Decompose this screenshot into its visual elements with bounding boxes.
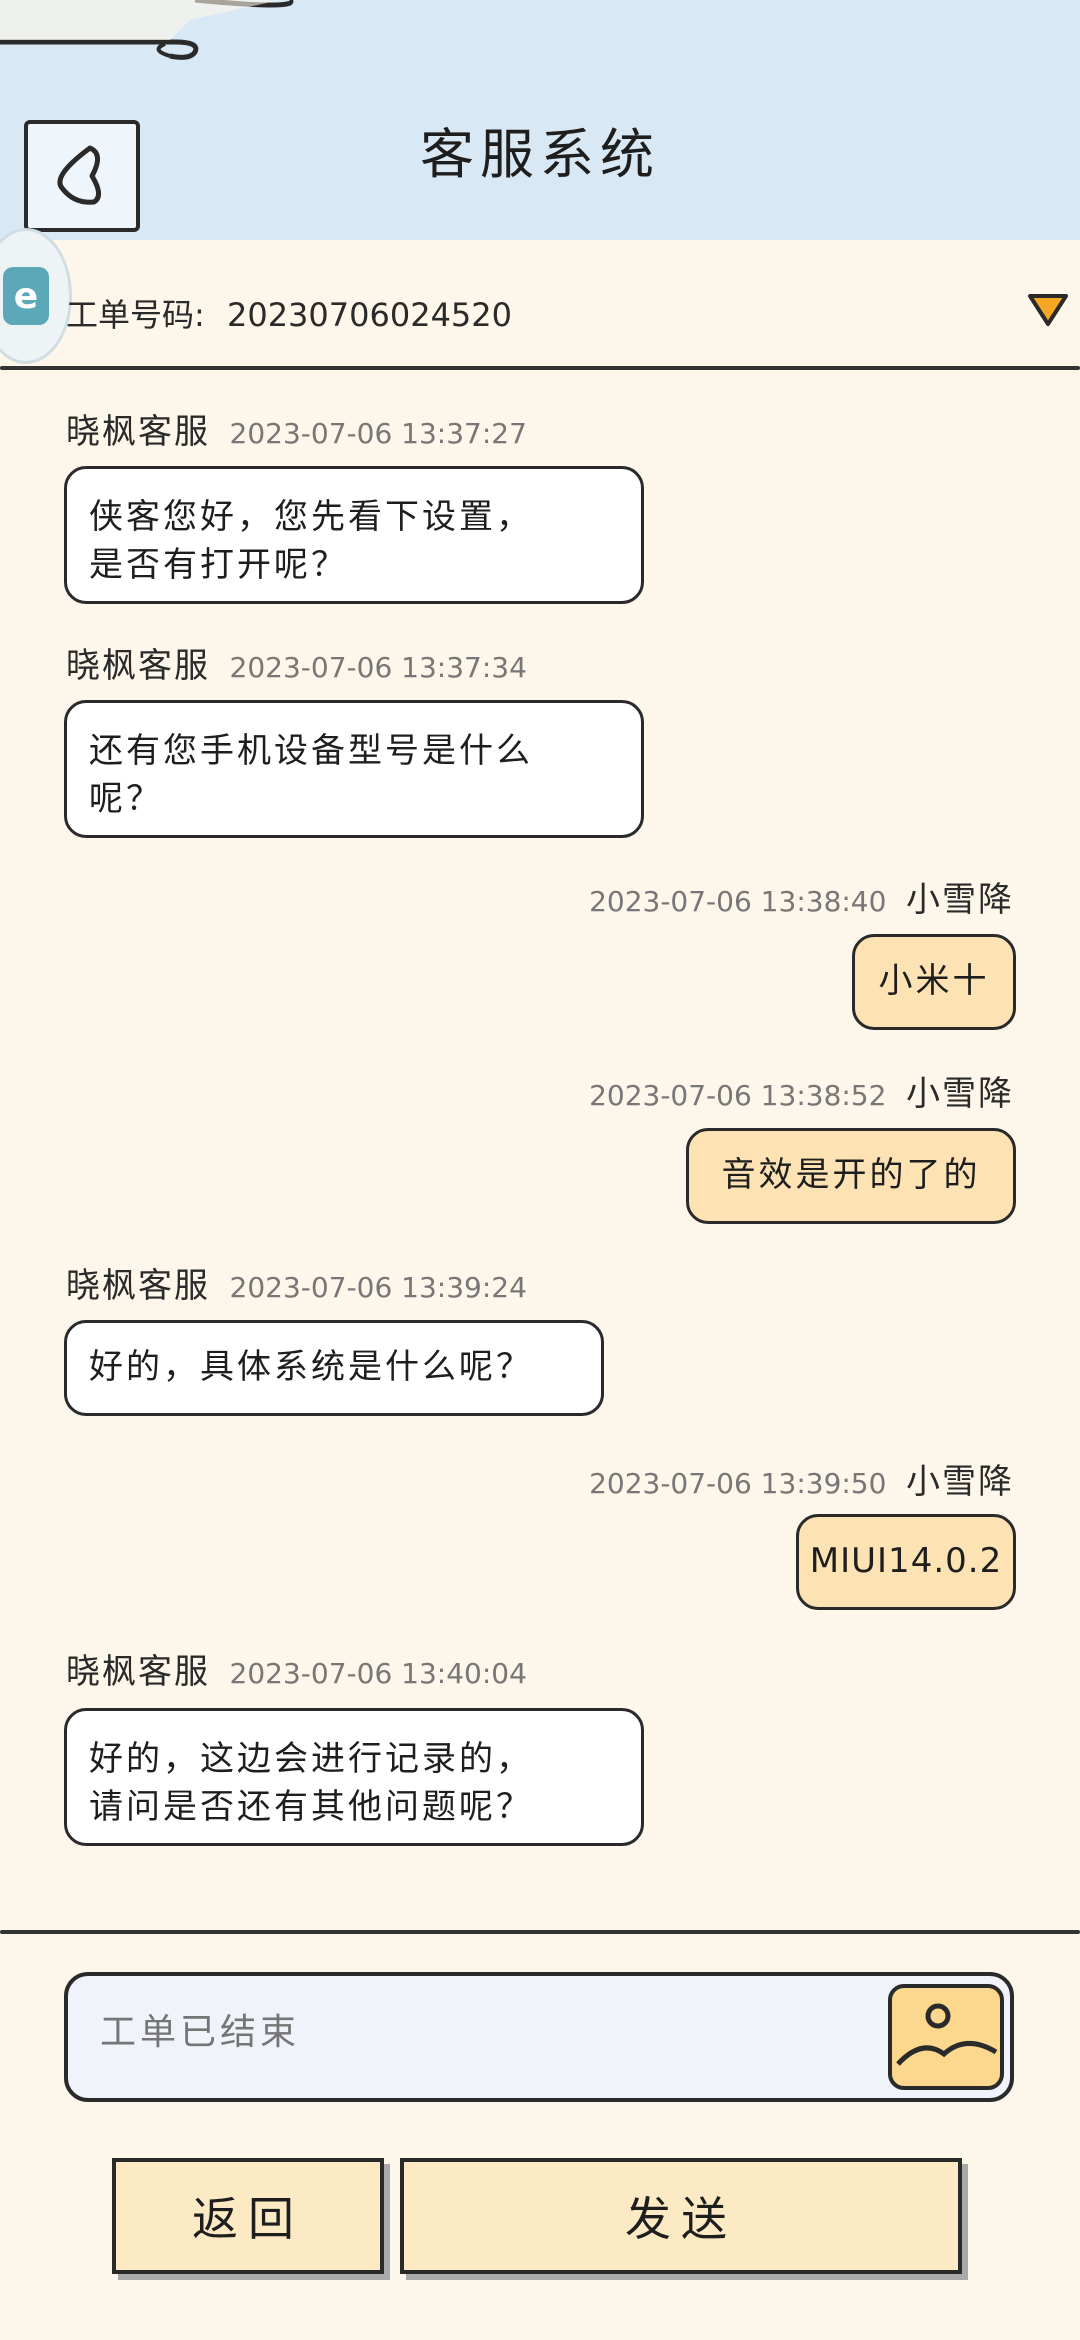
user-message-bubble: 小米十 xyxy=(852,934,1016,1030)
message-input[interactable] xyxy=(98,1996,902,2068)
chat-message: 2023-07-06 13:38:40 小雪降 xyxy=(579,872,1014,921)
agent-message-bubble: 还有您手机设备型号是什么 呢？ xyxy=(64,700,644,838)
sender-name: 小雪降 xyxy=(906,1074,1014,1114)
sender-name: 晓枫客服 xyxy=(66,646,210,686)
message-meta: 晓枫客服 2023-07-06 13:39:24 xyxy=(66,1258,537,1307)
composer-divider xyxy=(0,1930,1080,1934)
message-text-line: 请问是否还有其他问题呢？ xyxy=(89,1787,533,1827)
message-input-box xyxy=(64,1972,1014,2102)
ticket-label: 工单号码: xyxy=(66,296,205,334)
chat-message: 晓枫客服 2023-07-06 13:40:04 xyxy=(66,1644,537,1693)
sender-name: 晓枫客服 xyxy=(66,1652,210,1692)
message-text-line: MIUI14.0.2 xyxy=(809,1541,1003,1581)
floating-assistant-badge[interactable]: e xyxy=(0,228,72,364)
header-divider xyxy=(0,366,1080,370)
assistant-logo-icon: e xyxy=(3,267,49,325)
sender-name: 小雪降 xyxy=(906,880,1014,920)
header-bar: 客服系统 xyxy=(0,0,1080,240)
back-text-button[interactable]: 返回 xyxy=(112,2158,384,2274)
chat-message: 晓枫客服 2023-07-06 13:39:24 xyxy=(66,1258,537,1307)
triangle-down-icon[interactable] xyxy=(1026,290,1070,330)
message-text-line: 还有您手机设备型号是什么 xyxy=(89,731,533,771)
message-meta: 晓枫客服 2023-07-06 13:37:27 xyxy=(66,404,537,453)
message-time: 2023-07-06 13:39:24 xyxy=(229,1271,527,1304)
message-text-line: 呢？ xyxy=(89,779,163,819)
message-time: 2023-07-06 13:40:04 xyxy=(229,1657,527,1690)
chat-message: 晓枫客服 2023-07-06 13:37:34 xyxy=(66,638,537,687)
message-text-line: 好的，具体系统是什么呢？ xyxy=(89,1347,533,1387)
message-meta: 2023-07-06 13:38:52 小雪降 xyxy=(579,1066,1014,1115)
agent-message-bubble: 好的，这边会进行记录的， 请问是否还有其他问题呢？ xyxy=(64,1708,644,1846)
sender-name: 晓枫客服 xyxy=(66,412,210,452)
ticket-number: 20230706024520 xyxy=(226,296,512,334)
image-picture-icon xyxy=(896,2003,998,2066)
message-time: 2023-07-06 13:37:27 xyxy=(229,417,527,450)
sender-name: 小雪降 xyxy=(906,1462,1014,1502)
agent-message-bubble: 好的，具体系统是什么呢？ xyxy=(64,1320,604,1416)
message-text-line: 音效是开的了的 xyxy=(721,1155,981,1195)
message-meta: 2023-07-06 13:39:50 小雪降 xyxy=(579,1454,1014,1503)
message-time: 2023-07-06 13:38:40 xyxy=(589,885,887,918)
ticket-number-row: 工单号码: 20230706024520 xyxy=(66,290,512,336)
cloud-decoration-icon xyxy=(0,0,294,60)
message-text-line: 好的，这边会进行记录的， xyxy=(89,1739,533,1779)
send-button[interactable]: 发送 xyxy=(400,2158,962,2274)
message-text-line: 侠客您好，您先看下设置， xyxy=(89,497,533,537)
message-meta: 2023-07-06 13:38:40 小雪降 xyxy=(579,872,1014,921)
message-time: 2023-07-06 13:38:52 xyxy=(589,1079,887,1112)
message-meta: 晓枫客服 2023-07-06 13:37:34 xyxy=(66,638,537,687)
message-meta: 晓枫客服 2023-07-06 13:40:04 xyxy=(66,1644,537,1693)
message-text-line: 小米十 xyxy=(878,961,990,1001)
page-title: 客服系统 xyxy=(420,123,660,186)
user-message-bubble: 音效是开的了的 xyxy=(686,1128,1016,1224)
message-time: 2023-07-06 13:37:34 xyxy=(229,651,527,684)
chat-message: 晓枫客服 2023-07-06 13:37:27 xyxy=(66,404,537,453)
user-message-bubble: MIUI14.0.2 xyxy=(796,1514,1016,1610)
agent-message-bubble: 侠客您好，您先看下设置， 是否有打开呢？ xyxy=(64,466,644,604)
image-upload-button[interactable] xyxy=(888,1984,1004,2090)
chat-message: 2023-07-06 13:39:50 小雪降 xyxy=(579,1454,1014,1503)
message-text-line: 是否有打开呢？ xyxy=(89,545,348,585)
chat-message: 2023-07-06 13:38:52 小雪降 xyxy=(579,1066,1014,1115)
message-time: 2023-07-06 13:39:50 xyxy=(589,1467,887,1500)
sender-name: 晓枫客服 xyxy=(66,1266,210,1306)
